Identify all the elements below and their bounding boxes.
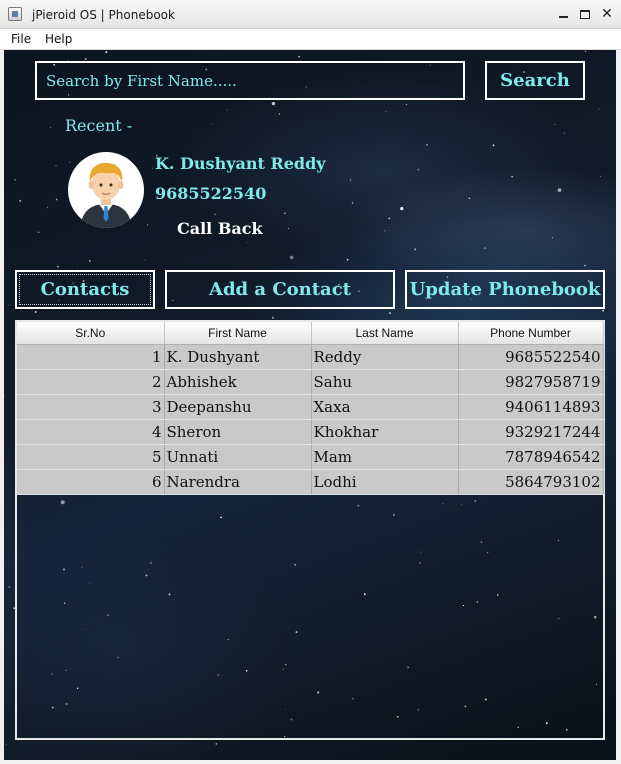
cell-last-name: Khokhar [311, 419, 459, 445]
contacts-button[interactable]: Contacts [15, 270, 155, 309]
table-header-row: Sr.No First Name Last Name Phone Number [17, 322, 604, 345]
person-avatar-icon [68, 152, 144, 228]
minimize-button[interactable] [552, 4, 574, 24]
add-contact-button[interactable]: Add a Contact [165, 270, 395, 309]
cell-first-name: Abhishek [164, 369, 312, 395]
cell-phone-number: 9685522540 [458, 344, 604, 370]
table-row[interactable]: 4 Sheron Khokhar 9329217244 [17, 419, 604, 445]
call-back-button[interactable]: Call Back [177, 219, 263, 238]
cell-first-name: K. Dushyant [164, 344, 312, 370]
table-row[interactable]: 1 K. Dushyant Reddy 9685522540 [17, 344, 604, 370]
phonebook-panel: Search Recent - K. Dushyant Reddy 968552… [4, 50, 616, 760]
table-row[interactable]: 5 Unnati Mam 7878946542 [17, 444, 604, 470]
menu-bar: File Help [0, 29, 621, 50]
cell-phone-number: 9406114893 [458, 394, 604, 420]
column-header-srno[interactable]: Sr.No [17, 322, 165, 345]
close-icon: ✕ [601, 6, 613, 22]
app-window-icon [8, 7, 22, 21]
maximize-icon [580, 9, 590, 19]
recent-contact-phone: 9685522540 [155, 184, 267, 203]
cell-srno: 2 [17, 369, 165, 395]
cell-srno: 6 [17, 469, 165, 495]
table-row[interactable]: 6 Narendra Lodhi 5864793102 [17, 469, 604, 495]
cell-srno: 1 [17, 344, 165, 370]
window-titlebar[interactable]: jPieroid OS | Phonebook ✕ [0, 0, 621, 29]
cell-phone-number: 7878946542 [458, 444, 604, 470]
cell-last-name: Mam [311, 444, 459, 470]
search-input[interactable] [35, 61, 465, 100]
cell-phone-number: 9827958719 [458, 369, 604, 395]
window-title: jPieroid OS | Phonebook [32, 8, 175, 22]
search-button[interactable]: Search [485, 61, 585, 100]
cell-last-name: Lodhi [311, 469, 459, 495]
column-header-last-name[interactable]: Last Name [311, 322, 459, 345]
cell-first-name: Deepanshu [164, 394, 312, 420]
table-row[interactable]: 3 Deepanshu Xaxa 9406114893 [17, 394, 604, 420]
cell-first-name: Unnati [164, 444, 312, 470]
cell-last-name: Xaxa [311, 394, 459, 420]
menu-help[interactable]: Help [45, 32, 72, 46]
column-header-phone-number[interactable]: Phone Number [458, 322, 604, 345]
cell-first-name: Sheron [164, 419, 312, 445]
cell-phone-number: 9329217244 [458, 419, 604, 445]
minimize-icon [558, 16, 568, 18]
contacts-table: Sr.No First Name Last Name Phone Number … [17, 322, 604, 495]
cell-srno: 5 [17, 444, 165, 470]
update-phonebook-button[interactable]: Update Phonebook [405, 270, 605, 309]
maximize-button[interactable] [574, 4, 596, 24]
cell-last-name: Sahu [311, 369, 459, 395]
table-row[interactable]: 2 Abhishek Sahu 9827958719 [17, 369, 604, 395]
menu-file[interactable]: File [11, 32, 31, 46]
cell-last-name: Reddy [311, 344, 459, 370]
cell-phone-number: 5864793102 [458, 469, 604, 495]
cell-first-name: Narendra [164, 469, 312, 495]
contacts-table-panel[interactable]: Sr.No First Name Last Name Phone Number … [15, 320, 605, 740]
column-header-first-name[interactable]: First Name [164, 322, 312, 345]
cell-srno: 4 [17, 419, 165, 445]
close-button[interactable]: ✕ [596, 4, 618, 24]
recent-contact-name: K. Dushyant Reddy [155, 154, 326, 173]
cell-srno: 3 [17, 394, 165, 420]
recent-label: Recent - [65, 116, 133, 135]
